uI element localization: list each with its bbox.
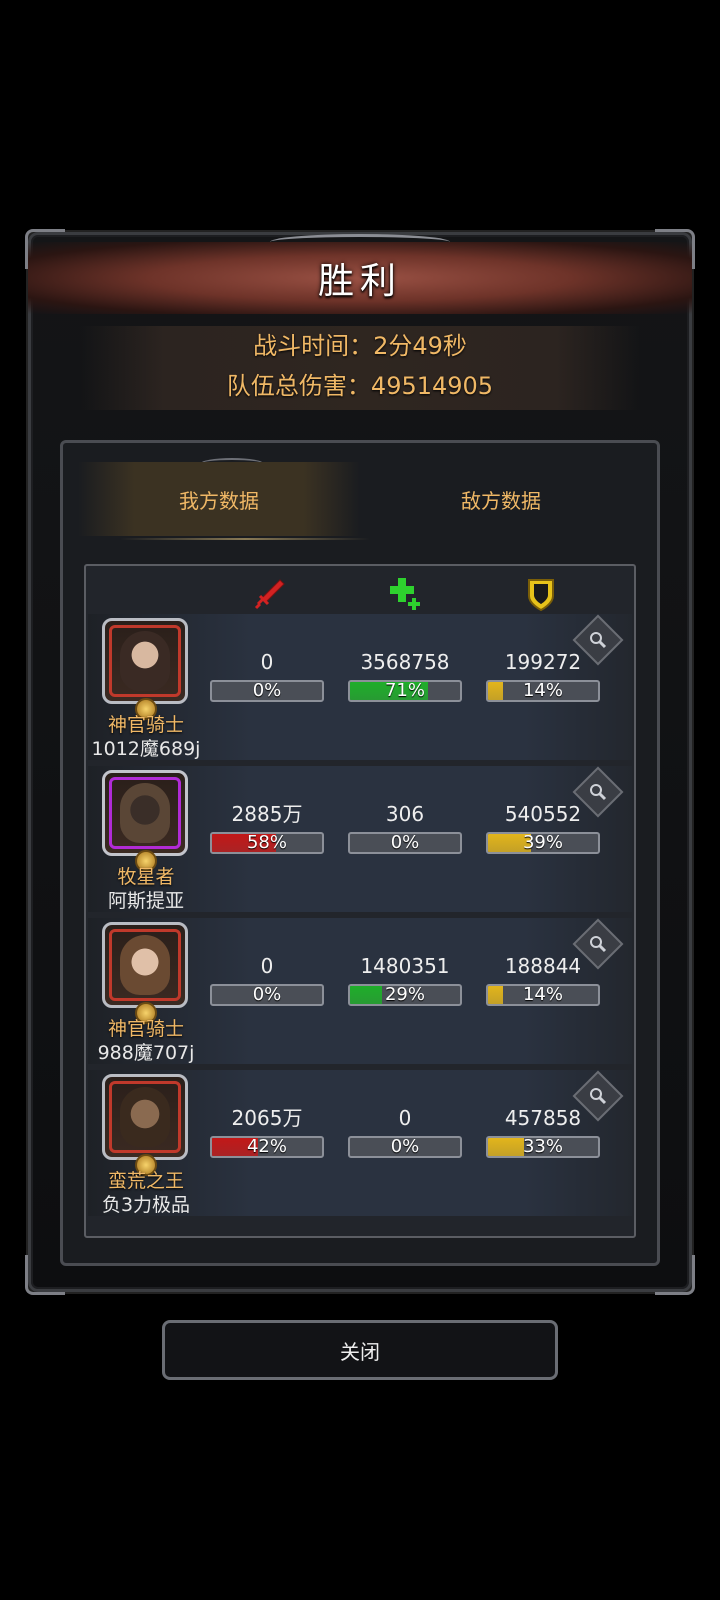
heal-value: 1480351	[360, 954, 450, 978]
hero-class: 牧星者	[117, 866, 175, 888]
damage-value: 0	[260, 650, 274, 674]
hero-class: 蛮荒之王	[107, 1170, 184, 1192]
team-damage: 队伍总伤害：49514905	[226, 372, 494, 400]
damage-bar: 0%	[210, 680, 324, 702]
heal-stat: 1480351 29%	[346, 952, 464, 1006]
player-name: 988魔707j	[97, 1042, 195, 1064]
page-title: 胜利	[317, 261, 402, 302]
tank-stat: 188844 14%	[484, 952, 602, 1006]
damage-bar: 0%	[210, 984, 324, 1006]
tank-percent: 14%	[522, 680, 563, 701]
damage-percent: 0%	[252, 680, 282, 701]
heal-bar: 29%	[348, 984, 462, 1006]
damage-percent: 58%	[246, 832, 287, 853]
heal-percent: 0%	[390, 832, 420, 853]
table-row: 蛮荒之王 负3力极品 2065万 42% 0 0% 457858 33%	[88, 1070, 632, 1216]
player-name: 负3力极品	[101, 1194, 191, 1216]
hero-class: 神官骑士	[107, 714, 184, 736]
heal-bar: 71%	[348, 680, 462, 702]
tab-underline	[120, 538, 370, 540]
hero-class: 神官骑士	[107, 1018, 184, 1040]
heal-percent: 0%	[390, 1136, 420, 1157]
heal-cross-icon	[378, 570, 430, 618]
hero-portrait-frame	[109, 929, 181, 1001]
heal-percent: 71%	[384, 680, 425, 701]
heal-percent: 29%	[384, 984, 425, 1005]
damage-percent: 42%	[246, 1136, 287, 1157]
magnifier-icon	[582, 1080, 614, 1112]
damage-stat: 2885万 58%	[208, 800, 326, 854]
victory-banner: 胜利	[28, 242, 692, 314]
hero-portrait[interactable]	[102, 1074, 188, 1160]
tank-percent: 39%	[522, 832, 563, 853]
tank-stat: 457858 33%	[484, 1104, 602, 1158]
damage-stat: 0 0%	[208, 648, 326, 702]
hero-portrait[interactable]	[102, 922, 188, 1008]
close-button[interactable]: 关闭	[162, 1320, 558, 1380]
battle-time: 战斗时间：2分49秒	[253, 332, 467, 360]
tank-percent: 33%	[522, 1136, 563, 1157]
tab-enemy-data[interactable]: 敌方数据	[360, 462, 642, 536]
panel-corner-ornament	[655, 1255, 695, 1295]
battle-summary: 战斗时间：2分49秒 队伍总伤害：49514905	[80, 326, 640, 410]
magnifier-icon	[582, 928, 614, 960]
player-name: 阿斯提亚	[107, 890, 184, 912]
heal-value: 0	[398, 1106, 412, 1130]
table-row: 牧星者 阿斯提亚 2885万 58% 306 0% 540552 39%	[88, 766, 632, 912]
tank-bar: 39%	[486, 832, 600, 854]
player-name: 1012魔689j	[91, 738, 201, 760]
magnifier-icon	[582, 624, 614, 656]
shield-icon	[515, 570, 567, 618]
table-row: 神官骑士 1012魔689j 0 0% 3568758 71% 199272 1…	[88, 614, 632, 760]
damage-stat: 0 0%	[208, 952, 326, 1006]
heal-stat: 306 0%	[346, 800, 464, 854]
tank-bar: 33%	[486, 1136, 600, 1158]
heal-value: 306	[385, 802, 425, 826]
tab-our-data[interactable]: 我方数据	[78, 462, 360, 536]
heal-bar: 0%	[348, 1136, 462, 1158]
hero-portrait-frame	[109, 777, 181, 849]
heal-bar: 0%	[348, 832, 462, 854]
tank-bar: 14%	[486, 680, 600, 702]
panel-corner-ornament	[25, 1255, 65, 1295]
damage-stat: 2065万 42%	[208, 1104, 326, 1158]
damage-value: 0	[260, 954, 274, 978]
damage-percent: 0%	[252, 984, 282, 1005]
damage-bar: 42%	[210, 1136, 324, 1158]
tank-bar: 14%	[486, 984, 600, 1006]
hero-portrait[interactable]	[102, 618, 188, 704]
hero-portrait-frame	[109, 1081, 181, 1153]
heal-stat: 0 0%	[346, 1104, 464, 1158]
magnifier-icon	[582, 776, 614, 808]
tank-stat: 199272 14%	[484, 648, 602, 702]
damage-value: 2065万	[231, 1106, 303, 1130]
heal-value: 3568758	[360, 650, 450, 674]
sword-icon	[244, 570, 296, 618]
tank-percent: 14%	[522, 984, 563, 1005]
title-ornament	[270, 234, 450, 250]
damage-value: 2885万	[231, 802, 303, 826]
data-tabs: 我方数据 敌方数据	[78, 462, 642, 536]
heal-stat: 3568758 71%	[346, 648, 464, 702]
tank-stat: 540552 39%	[484, 800, 602, 854]
hero-portrait-frame	[109, 625, 181, 697]
table-row: 神官骑士 988魔707j 0 0% 1480351 29% 188844 14…	[88, 918, 632, 1064]
damage-bar: 58%	[210, 832, 324, 854]
hero-portrait[interactable]	[102, 770, 188, 856]
